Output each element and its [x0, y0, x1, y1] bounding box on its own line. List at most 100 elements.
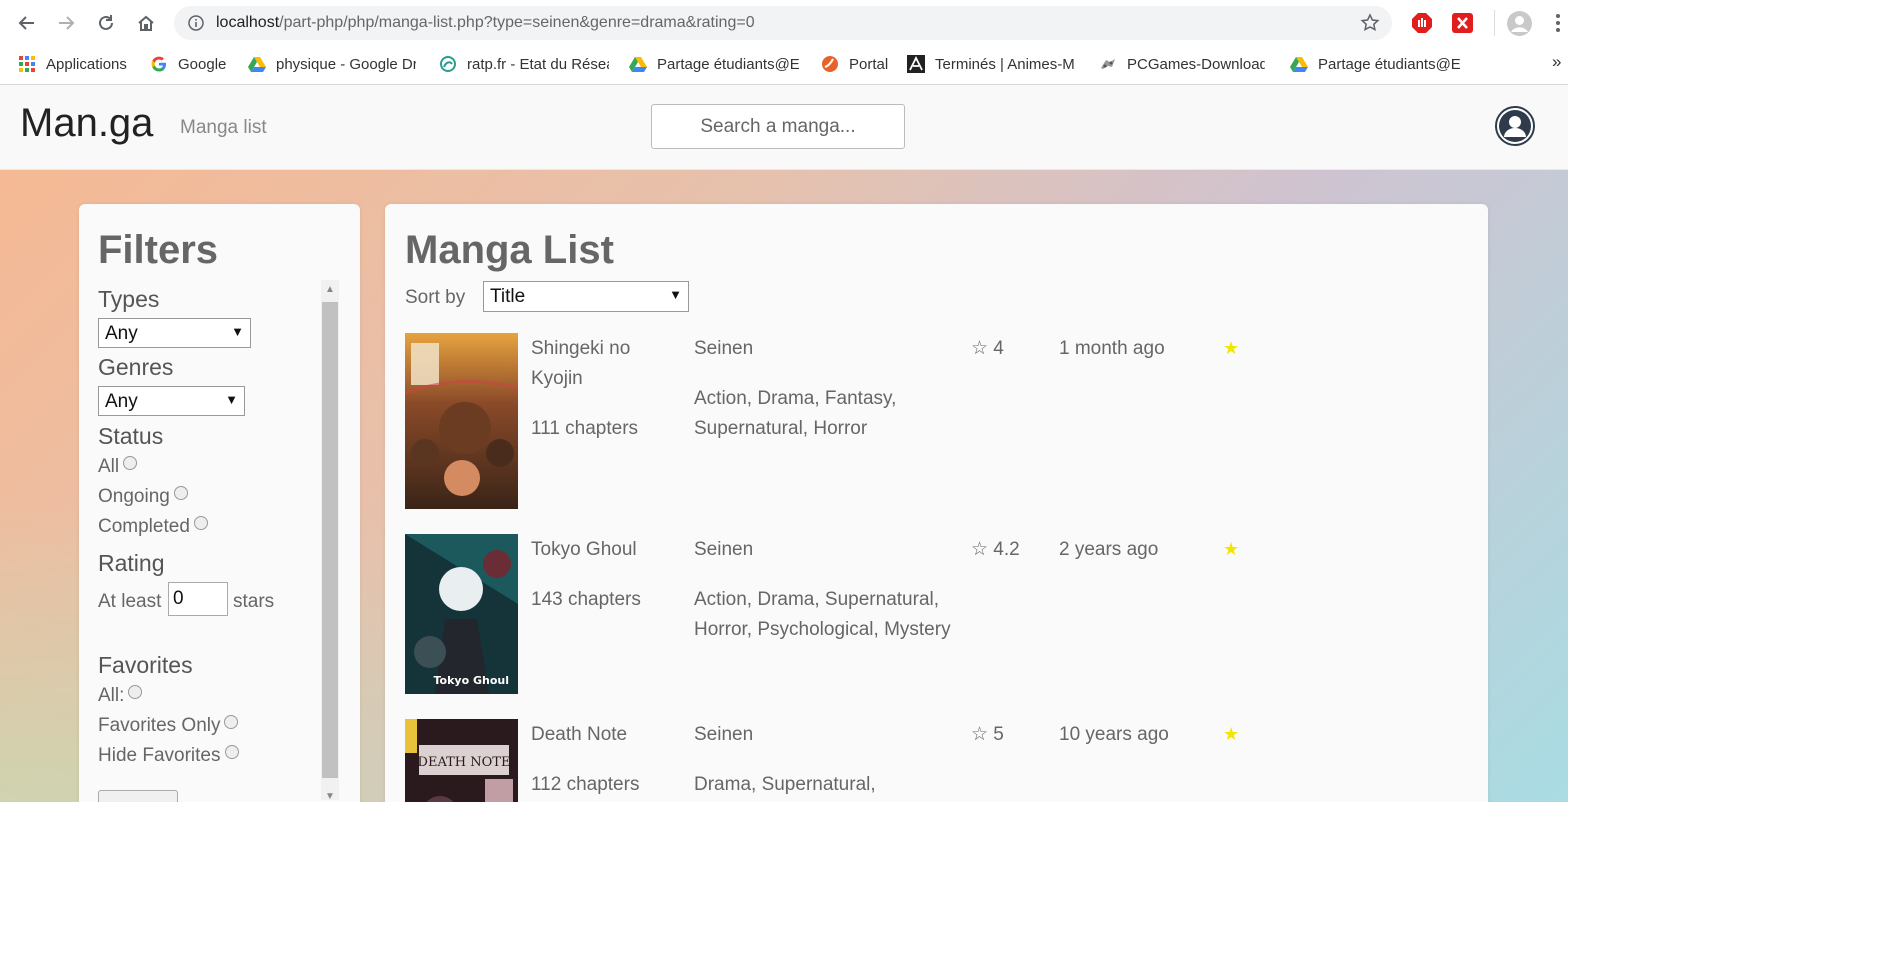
bookmark-label: Google: [178, 55, 227, 73]
manga-title[interactable]: Shingeki no Kyojin: [531, 334, 671, 394]
status-option-all[interactable]: All: [98, 456, 138, 478]
scroll-up-icon[interactable]: ▲: [325, 284, 335, 295]
apps-grid-icon: [18, 55, 36, 73]
radio-button[interactable]: [123, 456, 138, 470]
favorites-option-only[interactable]: Favorites Only: [98, 715, 239, 737]
bookmark-star-icon[interactable]: [1360, 13, 1380, 33]
browser-toolbar: localhost/part-php/php/manga-list.php?ty…: [0, 0, 1568, 46]
manga-chapters: 112 chapters: [531, 774, 640, 795]
status-option-label: Completed: [98, 516, 190, 537]
manga-title[interactable]: Tokyo Ghoul: [531, 535, 637, 565]
manga-cover-image[interactable]: DEATH NOTE: [405, 719, 518, 802]
bookmark-label: Partage étudiants@EF: [657, 55, 799, 73]
manga-row[interactable]: Tokyo Ghoul Tokyo Ghoul 143 chapters Sei…: [405, 534, 1465, 699]
portal-icon: [821, 55, 839, 73]
bookmark-applications[interactable]: Applications: [18, 54, 127, 74]
arrow-right-icon: [59, 16, 75, 30]
brand-logo[interactable]: Man.ga: [20, 101, 153, 146]
manga-title[interactable]: Death Note: [531, 720, 627, 750]
adblock-icon[interactable]: [1411, 12, 1433, 34]
home-button[interactable]: [134, 11, 158, 35]
google-icon: [150, 55, 168, 73]
apply-filters-button[interactable]: [98, 790, 178, 802]
info-icon[interactable]: [188, 15, 204, 31]
status-label: Status: [98, 423, 164, 449]
status-option-ongoing[interactable]: Ongoing: [98, 486, 188, 508]
favorite-star-icon[interactable]: ★: [1223, 539, 1239, 560]
profile-icon[interactable]: [1507, 11, 1532, 36]
url-text[interactable]: localhost/part-php/php/manga-list.php?ty…: [216, 14, 755, 32]
toolbar-divider: [1494, 10, 1495, 36]
more-bookmarks-button[interactable]: »: [1552, 52, 1561, 72]
scrollbar-thumb[interactable]: [322, 302, 338, 778]
radio-button[interactable]: [193, 516, 208, 530]
bookmark-partage-2[interactable]: Partage étudiants@EF: [1290, 54, 1460, 74]
manga-rating: ☆ 4.2: [971, 539, 1020, 560]
status-option-label: Ongoing: [98, 486, 170, 507]
manga-genres: Action, Drama, Fantasy, Supernatural, Ho…: [694, 388, 897, 439]
bookmark-label: Applications: [46, 55, 127, 73]
types-select[interactable]: Any ▼: [98, 318, 251, 348]
favorites-label: Favorites: [98, 652, 193, 678]
manga-updated: 2 years ago: [1059, 539, 1159, 560]
sort-select[interactable]: Title ▼: [483, 281, 689, 312]
types-select-value: Any: [105, 323, 138, 344]
genres-label: Genres: [98, 354, 174, 380]
favorites-option-label: All:: [98, 685, 125, 706]
bookmark-pcgames[interactable]: PCGames-Download: [1099, 54, 1265, 74]
manga-row[interactable]: Shingeki no Kyojin 111 chapters Seinen A…: [405, 333, 1465, 513]
radio-button[interactable]: [224, 745, 239, 759]
back-button[interactable]: [15, 11, 39, 35]
address-bar[interactable]: localhost/part-php/php/manga-list.php?ty…: [174, 6, 1392, 40]
scroll-down-icon[interactable]: ▼: [325, 791, 335, 802]
rating-input[interactable]: [168, 582, 228, 616]
gamepad-icon: [1099, 55, 1117, 73]
ratp-icon: [439, 55, 457, 73]
favorites-option-hide[interactable]: Hide Favorites: [98, 745, 239, 767]
bookmark-label: Portal: [849, 55, 889, 73]
search-input[interactable]: [651, 104, 905, 149]
home-icon: [138, 15, 154, 31]
radio-button[interactable]: [128, 685, 143, 699]
bookmark-physique-drive[interactable]: physique - Google Dr: [248, 54, 416, 74]
manga-cover-image[interactable]: [405, 333, 518, 509]
drive-icon: [248, 55, 266, 73]
bookmark-label: Partage étudiants@EF: [1318, 55, 1460, 73]
genres-select[interactable]: Any ▼: [98, 386, 245, 416]
favorites-option-all[interactable]: All:: [98, 685, 143, 707]
rating-prefix: At least: [98, 591, 162, 612]
manga-list-title: Manga List: [405, 228, 614, 272]
bookmark-animes[interactable]: Terminés | Animes-M: [907, 54, 1077, 74]
status-option-completed[interactable]: Completed: [98, 516, 208, 538]
favorite-star-icon[interactable]: ★: [1223, 338, 1239, 359]
nav-link-manga-list[interactable]: Manga list: [180, 117, 267, 139]
manga-type: Seinen: [694, 724, 754, 745]
url-host: localhost: [216, 14, 280, 31]
chrome-menu-button[interactable]: [1556, 12, 1560, 34]
forward-button[interactable]: [54, 11, 78, 35]
bookmark-label: ratp.fr - Etat du Résea: [467, 55, 609, 73]
manga-row[interactable]: DEATH NOTE Death Note 112 chapters Seine…: [405, 719, 1465, 802]
bookmark-label: PCGames-Download: [1127, 55, 1265, 73]
manga-type: Seinen: [694, 338, 754, 359]
radio-button[interactable]: [173, 486, 188, 500]
bookmark-portal[interactable]: Portal: [821, 54, 888, 74]
manga-chapters: 143 chapters: [531, 589, 641, 610]
reload-button[interactable]: [94, 11, 118, 35]
manga-cover-image[interactable]: Tokyo Ghoul: [405, 534, 518, 694]
extension-close-icon[interactable]: [1452, 13, 1473, 33]
bookmark-partage-1[interactable]: Partage étudiants@EF: [629, 54, 799, 74]
radio-button[interactable]: [224, 715, 239, 729]
bookmark-ratp[interactable]: ratp.fr - Etat du Résea: [439, 54, 609, 74]
user-avatar-icon[interactable]: [1495, 106, 1535, 146]
favorites-option-label: Favorites Only: [98, 715, 221, 736]
manga-rating: ☆ 4: [971, 338, 1004, 359]
dropdown-arrow-icon: ▼: [231, 324, 244, 339]
bookmark-google[interactable]: Google: [150, 54, 226, 74]
sort-label: Sort by: [405, 287, 466, 308]
favorite-star-icon[interactable]: ★: [1223, 724, 1239, 745]
animes-icon: [907, 55, 925, 73]
cover-caption: DEATH NOTE: [418, 755, 511, 770]
arrow-left-icon: [18, 16, 34, 30]
filters-scrollbar[interactable]: ▲ ▼: [321, 280, 339, 802]
